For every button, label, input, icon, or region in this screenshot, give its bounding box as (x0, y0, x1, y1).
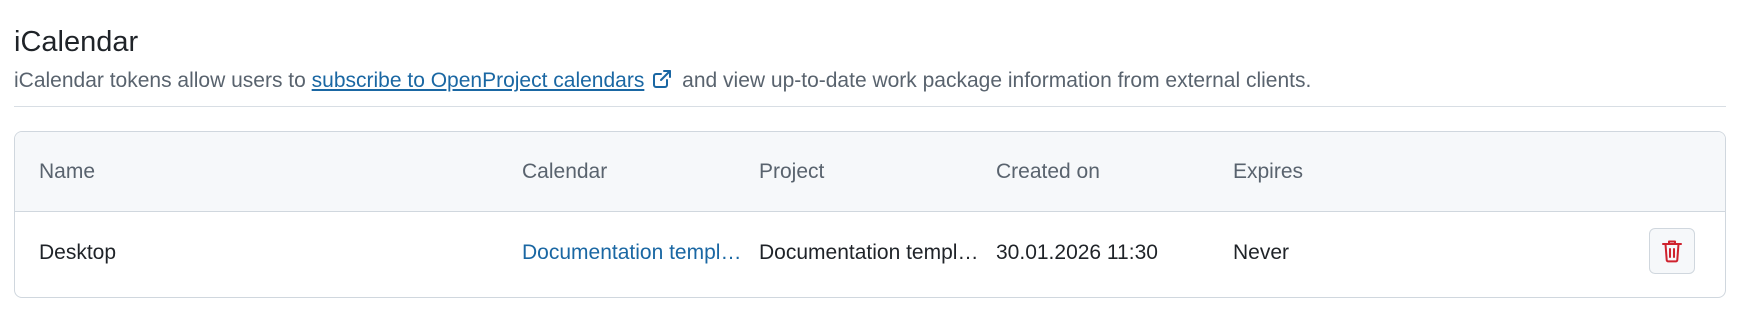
calendar-link[interactable]: Documentation template (522, 240, 742, 266)
header-created-on: Created on (996, 160, 1100, 183)
header-calendar: Calendar (522, 160, 608, 183)
section-divider (14, 106, 1726, 107)
section-title: iCalendar (14, 26, 139, 58)
header-project: Project (759, 160, 825, 183)
table-header: Name Calendar Project Created on Expires (15, 132, 1725, 212)
trash-icon (1662, 240, 1682, 263)
token-name: Desktop (39, 241, 117, 264)
description-text-before: iCalendar tokens allow users to (14, 69, 312, 92)
project-name: Documentation template (759, 241, 979, 264)
delete-token-button[interactable] (1649, 228, 1695, 274)
header-name: Name (39, 160, 96, 183)
created-on-value: 30.01.2026 11:30 (996, 241, 1158, 264)
tokens-table: Name Calendar Project Created on Expires… (14, 131, 1726, 298)
header-expires: Expires (1233, 160, 1304, 183)
subscribe-calendars-link[interactable]: subscribe to OpenProject calendars (312, 69, 645, 92)
external-link-icon[interactable] (652, 68, 672, 88)
section-description: iCalendar tokens allow users to subscrib… (14, 66, 1311, 96)
description-text-after: and view up-to-date work package informa… (676, 69, 1312, 92)
expires-value: Never (1233, 241, 1290, 264)
